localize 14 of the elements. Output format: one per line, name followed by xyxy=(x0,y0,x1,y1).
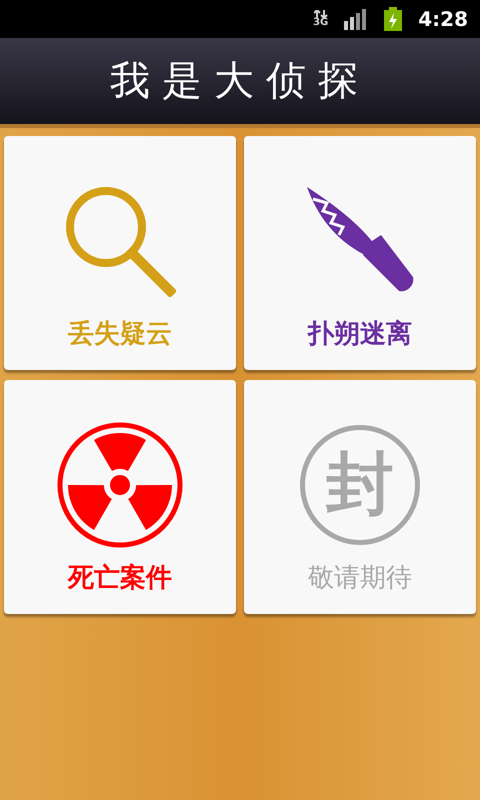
case-card[interactable]: 丢失疑云 xyxy=(4,136,236,370)
seal-character: 封 xyxy=(326,451,394,519)
battery-charging-icon xyxy=(384,7,402,31)
search-icon xyxy=(64,185,176,297)
case-label: 丢失疑云 xyxy=(68,318,172,350)
case-label: 扑朔迷离 xyxy=(308,318,412,350)
case-label: 敬请期待 xyxy=(308,562,412,594)
app-title: 我是大侦探 xyxy=(110,57,370,106)
signal-icon xyxy=(344,8,368,30)
case-card[interactable]: 扑朔迷离 xyxy=(244,136,476,370)
case-label: 死亡案件 xyxy=(68,562,172,594)
clock-time: 4:28 xyxy=(418,6,468,33)
case-card[interactable]: 死亡案件 xyxy=(4,380,236,614)
radiation-icon xyxy=(56,421,184,549)
